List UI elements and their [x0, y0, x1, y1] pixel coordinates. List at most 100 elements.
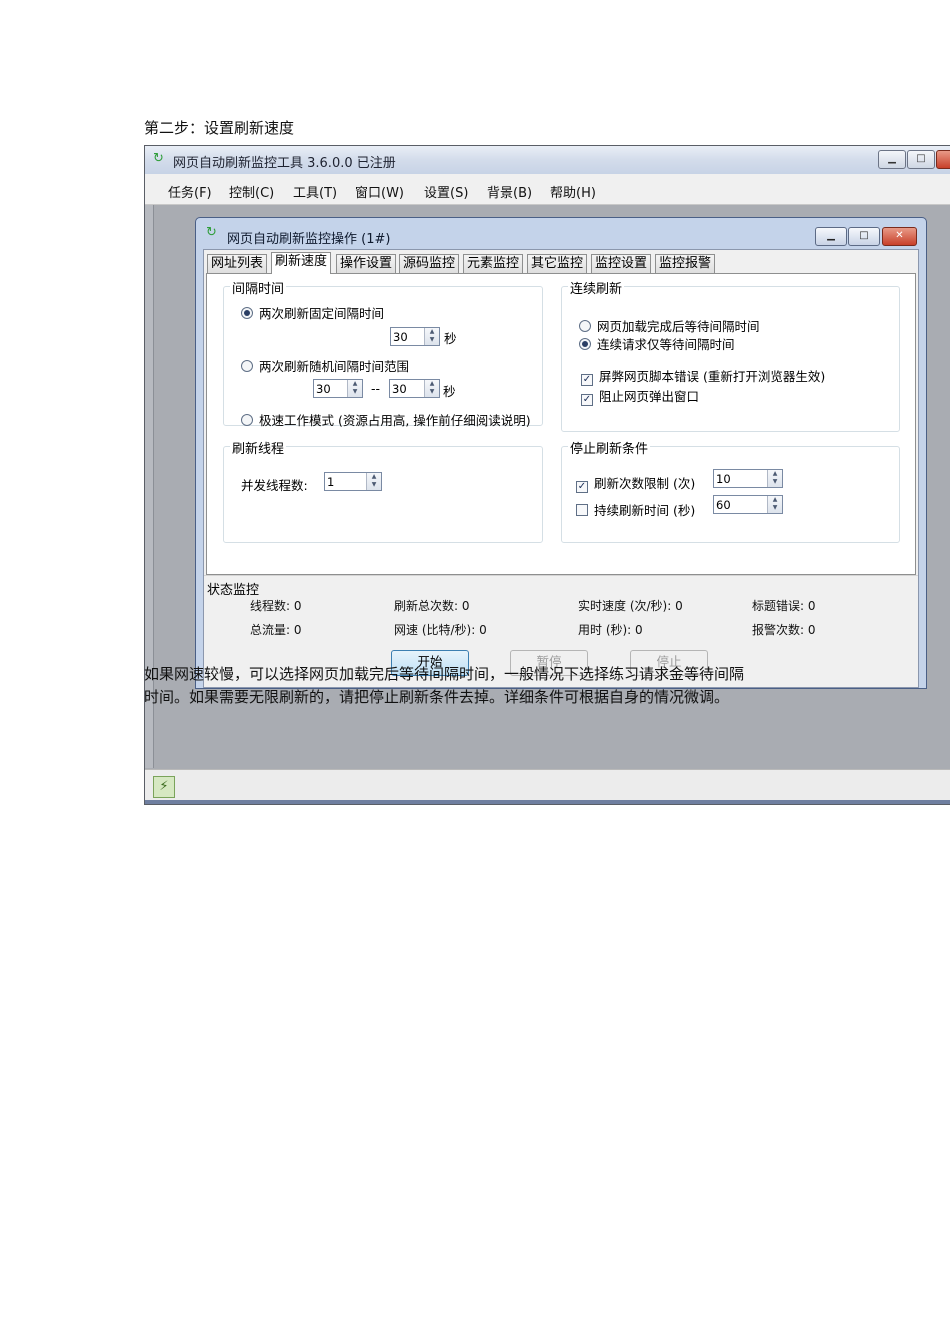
dialog-minimize-icon[interactable]: ▁: [815, 227, 847, 246]
step-heading: 第二步：设置刷新速度: [144, 119, 295, 137]
random-to-value: 30: [392, 382, 407, 396]
refresh-icon: ↻: [206, 225, 217, 240]
random-from-value: 30: [316, 382, 331, 396]
status-monitor-label: 状态监控: [207, 583, 260, 598]
seconds-unit: 秒: [444, 331, 457, 346]
wait-after-request-label: 连续请求仅等待间隔时间: [597, 337, 735, 352]
fixed-interval-label: 两次刷新固定间隔时间: [259, 306, 385, 321]
concurrent-threads-input[interactable]: 1 ▲ ▼: [324, 472, 382, 491]
refresh-count-limit-option[interactable]: ✓ 刷新次数限制 (次): [576, 473, 695, 493]
radio-off-icon[interactable]: [579, 320, 591, 332]
threads-group: 刷新线程 并发线程数: 1 ▲ ▼: [223, 438, 543, 543]
tab-refresh-speed[interactable]: 刷新速度: [271, 252, 332, 274]
threads-group-label: 刷新线程: [230, 438, 287, 457]
menu-tools[interactable]: 工具(T): [293, 182, 337, 201]
spin-arrows-icon[interactable]: ▲ ▼: [767, 470, 782, 487]
block-popups-option[interactable]: ✓ 阻止网页弹出窗口: [581, 386, 699, 406]
menu-task[interactable]: 任务(F): [168, 182, 212, 201]
menu-settings[interactable]: 设置(S): [424, 182, 468, 201]
stop-conditions-group: 停止刷新条件 ✓ 刷新次数限制 (次) 10 ▲ ▼ 持续刷新时间 (秒) 60 ▲…: [561, 438, 900, 543]
menu-background[interactable]: 背景(B): [487, 182, 532, 201]
refresh-duration-label: 持续刷新时间 (秒): [594, 503, 696, 518]
random-to-input[interactable]: 30 ▲ ▼: [389, 379, 440, 398]
refresh-count-input[interactable]: 10 ▲ ▼: [713, 469, 783, 488]
status-bar-edge: [145, 800, 950, 804]
tab-element-monitor[interactable]: 元素监控: [463, 254, 524, 273]
interval-group-label: 间隔时间: [230, 278, 287, 297]
checkbox-unchecked-icon[interactable]: [576, 504, 588, 516]
refresh-icon: ↻: [153, 151, 164, 166]
fixed-interval-value: 30: [393, 330, 408, 344]
spin-arrows-icon[interactable]: ▲ ▼: [366, 473, 381, 490]
tab-operation-settings[interactable]: 操作设置: [336, 254, 397, 273]
thread-count-stat: 线程数: 0: [250, 599, 302, 613]
refresh-speed-panel: 间隔时间 两次刷新固定间隔时间 30 ▲ ▼ 秒 两次刷新随机间隔时间范围 30 …: [206, 273, 916, 575]
random-interval-option[interactable]: 两次刷新随机间隔时间范围: [241, 356, 409, 375]
block-script-errors-label: 屏弊网页脚本错误 (重新打开浏览器生效): [599, 369, 826, 384]
checkbox-checked-icon[interactable]: ✓: [581, 374, 593, 386]
checkbox-checked-icon[interactable]: ✓: [581, 394, 593, 406]
fast-mode-label: 极速工作模式 (资源占用高, 操作前仔细阅读说明): [259, 413, 531, 428]
fixed-interval-option[interactable]: 两次刷新固定间隔时间: [241, 303, 384, 322]
refresh-duration-input[interactable]: 60 ▲ ▼: [713, 495, 783, 514]
plug-icon[interactable]: ⚡: [153, 776, 175, 798]
random-from-input[interactable]: 30 ▲ ▼: [313, 379, 363, 398]
total-traffic-stat: 总流量: 0: [250, 623, 302, 637]
block-popups-label: 阻止网页弹出窗口: [599, 389, 700, 404]
wait-after-request-option[interactable]: 连续请求仅等待间隔时间: [579, 334, 735, 353]
refresh-count-value: 10: [716, 472, 731, 486]
concurrent-threads-label: 并发线程数:: [241, 478, 308, 493]
main-window-title: 网页自动刷新监控工具 3.6.0.0 已注册: [173, 156, 396, 171]
radio-off-icon[interactable]: [241, 414, 253, 426]
dialog-body: 网址列表 刷新速度 操作设置 源码监控 元素监控 其它监控 监控设置 监控报警 …: [203, 249, 919, 688]
random-interval-label: 两次刷新随机间隔时间范围: [259, 359, 410, 374]
total-refresh-stat: 刷新总次数: 0: [394, 599, 470, 613]
radio-on-icon[interactable]: [579, 338, 591, 350]
menu-help[interactable]: 帮助(H): [550, 182, 596, 201]
title-errors-stat: 标题错误: 0: [752, 599, 816, 613]
interval-group: 间隔时间 两次刷新固定间隔时间 30 ▲ ▼ 秒 两次刷新随机间隔时间范围 30 …: [223, 278, 543, 429]
spin-arrows-icon[interactable]: ▲ ▼: [347, 380, 362, 397]
realtime-speed-stat: 实时速度 (次/秒): 0: [578, 599, 683, 613]
fixed-interval-input[interactable]: 30 ▲ ▼: [390, 327, 440, 346]
dialog-maximize-icon[interactable]: □: [848, 227, 880, 246]
dialog-title-bar: ↻ 网页自动刷新监控操作 (1#) ▁ □ ✕: [196, 218, 926, 248]
menu-control[interactable]: 控制(C): [229, 182, 274, 201]
paragraph-line-1: 如果网速较慢，可以选择网页加载完后等待间隔时间，一般情况下选择练习请求金等待间隔: [144, 665, 745, 683]
wait-after-load-option[interactable]: 网页加载完成后等待间隔时间: [579, 316, 760, 335]
refresh-duration-option[interactable]: 持续刷新时间 (秒): [576, 500, 695, 519]
elapsed-time-stat: 用时 (秒): 0: [578, 623, 643, 637]
close-icon[interactable]: [936, 150, 950, 169]
status-monitor: 状态监控 线程数: 0 刷新总次数: 0 实时速度 (次/秒): 0 标题错误:…: [204, 575, 918, 648]
radio-on-icon[interactable]: [241, 307, 253, 319]
tab-url-list[interactable]: 网址列表: [207, 254, 268, 273]
wait-after-load-label: 网页加载完成后等待间隔时间: [597, 319, 760, 334]
menu-bar: 任务(F) 控制(C) 工具(T) 窗口(W) 设置(S) 背景(B) 帮助(H…: [145, 174, 950, 205]
tab-source-monitor[interactable]: 源码监控: [399, 254, 460, 273]
main-title-bar: ↻ 网页自动刷新监控工具 3.6.0.0 已注册 ▁ □: [145, 146, 950, 174]
block-script-errors-option[interactable]: ✓ 屏弊网页脚本错误 (重新打开浏览器生效): [581, 366, 825, 386]
net-speed-stat: 网速 (比特/秒): 0: [394, 623, 487, 637]
minimize-icon[interactable]: ▁: [878, 150, 906, 169]
tab-monitor-alarm[interactable]: 监控报警: [655, 254, 716, 273]
maximize-icon[interactable]: □: [907, 150, 935, 169]
menu-window[interactable]: 窗口(W): [355, 182, 404, 201]
refresh-duration-value: 60: [716, 498, 731, 512]
tab-other-monitor[interactable]: 其它监控: [527, 254, 588, 273]
spin-arrows-icon[interactable]: ▲ ▼: [424, 328, 439, 345]
status-bar: ⚡: [145, 769, 950, 804]
range-separator: --: [371, 381, 381, 396]
checkbox-checked-icon[interactable]: ✓: [576, 481, 588, 493]
explanation-paragraph: 如果网速较慢，可以选择网页加载完后等待间隔时间，一般情况下选择练习请求金等待间隔…: [144, 663, 824, 709]
radio-off-icon[interactable]: [241, 360, 253, 372]
spin-arrows-icon[interactable]: ▲ ▼: [424, 380, 439, 397]
alarm-count-stat: 报警次数: 0: [752, 623, 816, 637]
dialog-title: 网页自动刷新监控操作 (1#): [227, 232, 391, 247]
dialog-close-icon[interactable]: ✕: [882, 227, 917, 246]
monitor-dialog: ↻ 网页自动刷新监控操作 (1#) ▁ □ ✕ 网址列表 刷新速度 操作设置 源…: [195, 217, 927, 689]
fast-mode-option[interactable]: 极速工作模式 (资源占用高, 操作前仔细阅读说明): [241, 410, 531, 429]
seconds-unit: 秒: [443, 384, 456, 399]
spin-arrows-icon[interactable]: ▲ ▼: [767, 496, 782, 513]
continuous-group-label: 连续刷新: [568, 278, 625, 297]
tab-monitor-settings[interactable]: 监控设置: [591, 254, 652, 273]
